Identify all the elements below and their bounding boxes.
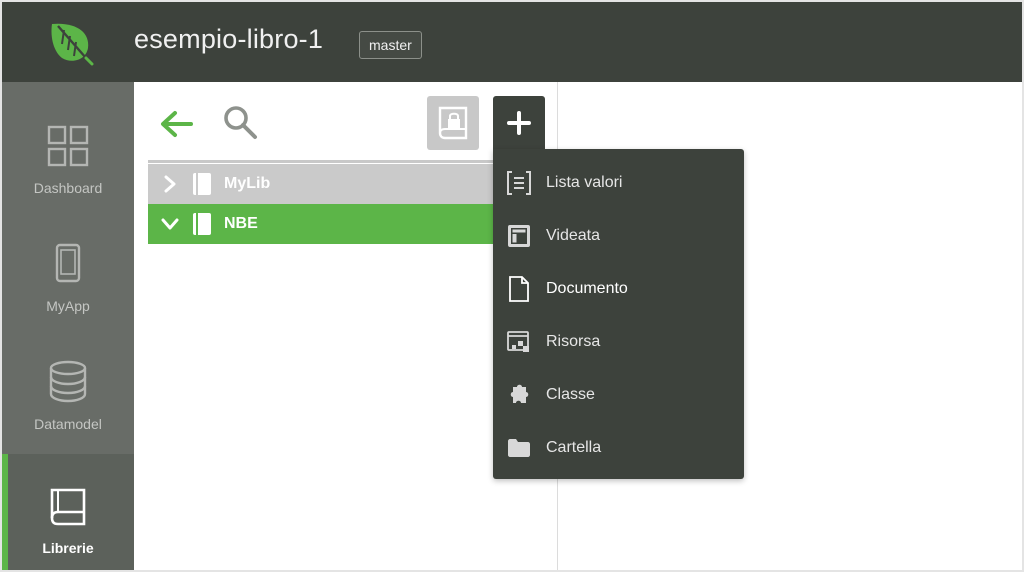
lock-library-button[interactable]: [427, 96, 479, 150]
leaf-logo-icon[interactable]: [46, 18, 94, 66]
menu-item-risorsa[interactable]: Risorsa: [493, 315, 744, 368]
back-button[interactable]: [156, 104, 196, 144]
left-sidebar: Dashboard MyApp Datamodel Librerie: [2, 82, 134, 570]
document-icon: [506, 275, 532, 302]
sidebar-item-librerie[interactable]: Librerie: [2, 454, 134, 570]
resource-icon: [506, 329, 532, 355]
menu-item-label: Documento: [546, 279, 628, 297]
plus-icon: [507, 111, 531, 135]
sidebar-item-label: Dashboard: [33, 180, 103, 196]
sidebar-item-datamodel[interactable]: Datamodel: [2, 318, 134, 436]
menu-item-cartella[interactable]: Cartella: [493, 421, 744, 474]
puzzle-icon: [506, 382, 532, 408]
book-icon: [50, 488, 86, 526]
book-icon: [192, 172, 212, 196]
value-list-icon: [506, 170, 532, 196]
menu-item-documento[interactable]: Documento: [493, 262, 744, 315]
top-header: esempio-libro-1 master: [2, 2, 1022, 82]
menu-item-label: Lista valori: [546, 173, 623, 191]
sidebar-item-label: Datamodel: [34, 416, 102, 432]
menu-item-label: Risorsa: [546, 332, 601, 350]
menu-item-label: Classe: [546, 385, 595, 403]
add-menu-dropdown: Lista valori Videata Documento Risorsa C…: [493, 149, 744, 479]
tree-item-label: NBE: [224, 215, 258, 232]
phone-icon: [55, 243, 81, 283]
menu-item-label: Videata: [546, 226, 600, 244]
book-icon: [192, 212, 212, 236]
search-icon: [224, 106, 257, 139]
sidebar-item-dashboard[interactable]: Dashboard: [2, 82, 134, 200]
app-title: esempio-libro-1: [134, 24, 324, 54]
chevron-right-icon[interactable]: [160, 174, 180, 194]
tree-row-mylib[interactable]: MyLib: [148, 164, 494, 204]
search-button[interactable]: [220, 102, 260, 142]
branch-badge[interactable]: master: [359, 31, 422, 59]
grid-icon: [47, 125, 89, 167]
tree-row-nbe[interactable]: NBE: [148, 204, 494, 244]
arrow-left-icon: [161, 111, 193, 137]
database-icon: [49, 360, 87, 403]
sidebar-item-label: Librerie: [42, 540, 94, 556]
form-icon: [506, 223, 532, 249]
add-button[interactable]: [493, 96, 545, 150]
menu-item-lista-valori[interactable]: Lista valori: [493, 156, 744, 209]
app-window: esempio-libro-1 master Dashboard MyApp D…: [0, 0, 1024, 572]
folder-icon: [506, 435, 532, 461]
menu-item-videata[interactable]: Videata: [493, 209, 744, 262]
menu-item-label: Cartella: [546, 438, 602, 456]
menu-item-classe[interactable]: Classe: [493, 368, 744, 421]
sidebar-item-myapp[interactable]: MyApp: [2, 200, 134, 318]
tree-item-label: MyLib: [224, 175, 271, 192]
tree-divider: [148, 160, 494, 163]
sidebar-item-label: MyApp: [46, 298, 90, 314]
chevron-down-icon[interactable]: [160, 214, 180, 234]
locked-book-icon: [438, 106, 468, 140]
